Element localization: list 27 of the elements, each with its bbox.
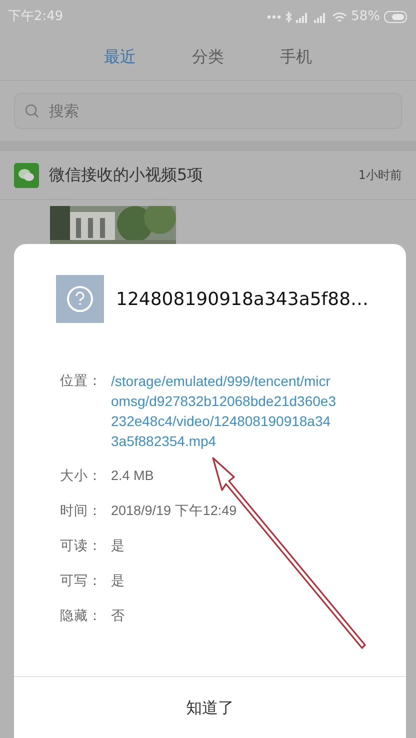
file-path-link[interactable]: /storage/emulated/999/tencent/micromsg/d927832b12068bde21d360e3232e48c4/video/124808190918a343a5f882354.mp4 (111, 371, 337, 466)
group-title: 微信接收的小视频5项 (49, 164, 204, 186)
detail-value: 否 (111, 607, 125, 625)
wifi-icon (332, 12, 348, 22)
search-icon (25, 104, 39, 118)
group-time: 1小时前 (358, 167, 402, 184)
battery-icon (384, 11, 408, 23)
search-input[interactable]: 搜索 (47, 98, 391, 124)
tab[interactable]: 分类 (188, 43, 228, 71)
tab[interactable]: 手机 (276, 43, 316, 71)
notification-dots-icon (267, 15, 282, 19)
detail-label: 位置： (60, 372, 103, 391)
search-field[interactable]: 搜索 (14, 93, 402, 129)
ok-button[interactable]: 知道了 (180, 694, 240, 720)
detail-value: 2018/9/19 下午12:49 (111, 502, 237, 520)
detail-value: 是 (111, 572, 125, 590)
detail-label: 大小： (60, 467, 103, 486)
detail-value: 是 (111, 537, 125, 555)
file-name: 124808190918a343a5f88… (116, 288, 369, 312)
detail-label: 时间： (60, 502, 103, 521)
detail-label: 可写： (60, 572, 103, 591)
detail-label: 可读： (60, 537, 103, 556)
detail-label: 隐藏： (60, 607, 103, 626)
bluetooth-icon (285, 11, 292, 23)
tab[interactable]: 最近 (100, 43, 140, 71)
detail-value: 2.4 MB (111, 467, 154, 485)
chat-app-icon (14, 162, 39, 188)
